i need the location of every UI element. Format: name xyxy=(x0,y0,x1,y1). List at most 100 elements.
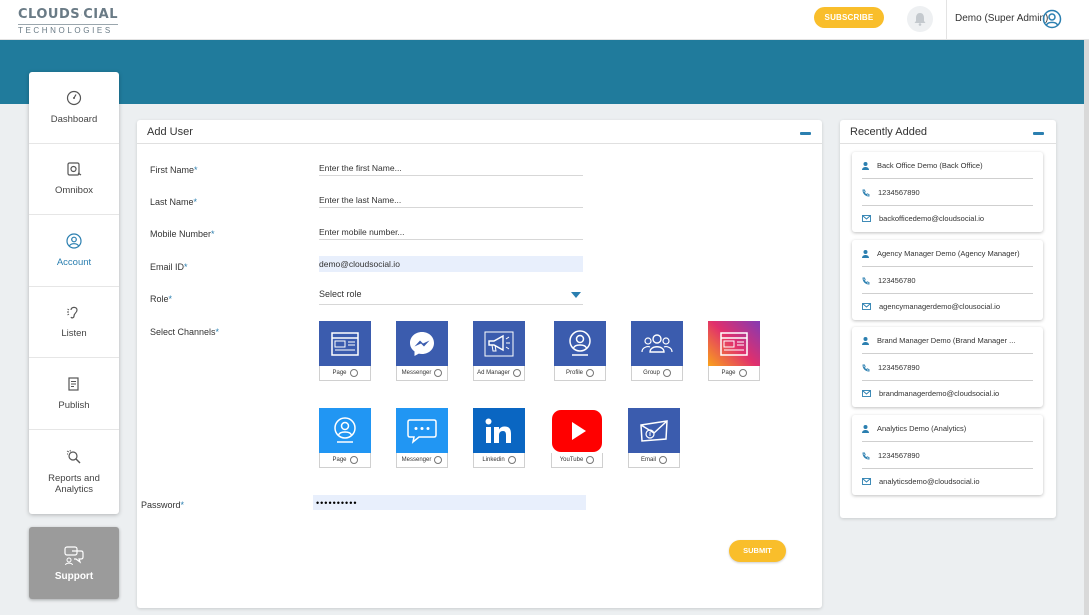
channel-radio[interactable] xyxy=(434,369,443,377)
card-phone-row: 1234567890 xyxy=(862,363,1033,372)
card-name-row: Brand Manager Demo (Brand Manager ... xyxy=(862,336,1033,345)
page-scrollbar[interactable] xyxy=(1084,40,1089,615)
notifications-button[interactable] xyxy=(907,6,933,32)
messenger-icon xyxy=(396,321,448,366)
recently-added-header: Recently Added xyxy=(840,120,1056,144)
sidebar: Dashboard Omnibox Account Listen Publish… xyxy=(29,72,119,514)
card-phone-row: 1234567890 xyxy=(862,188,1033,197)
card-divider xyxy=(862,353,1033,354)
logo[interactable]: CLOUDS CIAL TECHNOLOGIES xyxy=(18,7,118,35)
card-phone-row: 1234567890 xyxy=(862,451,1033,460)
envelope-icon xyxy=(862,215,871,222)
channel-facebook-page[interactable]: Page xyxy=(319,321,371,381)
card-email-row: backofficedemo@cloudsocial.io xyxy=(862,214,1033,223)
subscribe-button[interactable]: SUBSCRIBE xyxy=(814,7,884,28)
channel-caption: Linkedin xyxy=(482,457,505,463)
sidebar-item-omnibox[interactable]: Omnibox xyxy=(29,144,119,215)
channel-caption: Page xyxy=(332,457,347,463)
add-user-header: Add User xyxy=(137,120,822,144)
first-name-field[interactable] xyxy=(319,160,583,176)
channel-ad-manager[interactable]: Ad Manager xyxy=(473,321,525,381)
recent-user-card[interactable]: Brand Manager Demo (Brand Manager ... 12… xyxy=(852,327,1043,407)
sidebar-item-reports-and-analytics[interactable]: Reports and Analytics xyxy=(29,430,119,514)
channel-caption: Page xyxy=(332,370,347,376)
phone-icon xyxy=(862,277,870,284)
channel-radio[interactable] xyxy=(659,456,667,464)
channel-radio[interactable] xyxy=(434,456,443,464)
sidebar-item-label: Reports and Analytics xyxy=(48,472,100,495)
card-divider xyxy=(862,266,1033,267)
channel-caption: Profile xyxy=(565,370,583,376)
channel-facebook-messenger[interactable]: Messenger xyxy=(396,321,448,381)
add-user-title: Add User xyxy=(147,126,193,138)
user-avatar-icon[interactable] xyxy=(1042,9,1062,29)
inbox-icon xyxy=(67,162,82,176)
channel-email[interactable]: Email xyxy=(628,408,680,468)
submit-button[interactable]: SUBMIT xyxy=(729,540,786,562)
role-select[interactable]: Select role xyxy=(319,289,583,305)
sidebar-item-account[interactable]: Account xyxy=(29,215,119,287)
channel-radio[interactable] xyxy=(738,369,747,377)
channel-twitter-messenger[interactable]: Messenger xyxy=(396,408,448,468)
user-circle-icon xyxy=(66,233,82,249)
card-email-row: analyticsdemo@cloudsocial.io xyxy=(862,477,1033,486)
header-banner xyxy=(0,40,1089,104)
channel-radio[interactable] xyxy=(349,456,358,464)
card-name-row: Agency Manager Demo (Agency Manager) xyxy=(862,249,1033,258)
recent-user-card[interactable]: Analytics Demo (Analytics) 1234567890 an… xyxy=(852,415,1043,495)
ear-icon xyxy=(67,307,78,319)
phone-icon xyxy=(862,189,870,196)
cloud-icon xyxy=(81,14,83,15)
sidebar-item-publish[interactable]: Publish xyxy=(29,358,119,430)
phone-icon xyxy=(862,452,870,459)
email-field[interactable] xyxy=(319,256,583,272)
user-name[interactable]: Demo (Super Admin) xyxy=(955,13,1048,24)
header-divider xyxy=(946,0,947,40)
chevron-down-icon xyxy=(571,292,581,298)
chat-bubble-icon xyxy=(396,408,448,453)
mobile-number-field[interactable] xyxy=(319,224,583,240)
profile-icon xyxy=(554,321,606,366)
group-icon xyxy=(631,321,683,366)
phone-icon xyxy=(862,364,870,371)
instagram-page-icon xyxy=(708,321,760,366)
channel-radio[interactable] xyxy=(512,369,521,377)
password-field[interactable] xyxy=(313,495,586,510)
channel-youtube[interactable]: YouTube xyxy=(551,408,603,468)
card-divider xyxy=(862,441,1033,442)
support-button[interactable]: Support xyxy=(29,527,119,599)
card-name-row: Analytics Demo (Analytics) xyxy=(862,424,1033,433)
channel-radio[interactable] xyxy=(586,369,594,377)
channel-radio[interactable] xyxy=(662,369,671,377)
sidebar-item-listen[interactable]: Listen xyxy=(29,287,119,358)
channel-facebook-group[interactable]: Group xyxy=(631,321,683,381)
user-icon xyxy=(862,336,869,345)
top-bar: CLOUDS CIAL TECHNOLOGIES SUBSCRIBE Demo … xyxy=(0,0,1089,40)
channel-twitter-page[interactable]: Page xyxy=(319,408,371,468)
channel-facebook-profile[interactable]: Profile xyxy=(554,321,606,381)
recent-user-card[interactable]: Back Office Demo (Back Office) 123456789… xyxy=(852,152,1043,232)
sidebar-item-label: Account xyxy=(56,256,92,268)
channel-radio[interactable] xyxy=(507,456,516,464)
channel-linkedin[interactable]: Linkedin xyxy=(473,408,525,468)
facebook-page-icon xyxy=(319,321,371,366)
sidebar-item-dashboard[interactable]: Dashboard xyxy=(29,72,119,144)
twitter-page-icon xyxy=(319,408,371,453)
recent-user-card[interactable]: Agency Manager Demo (Agency Manager) 123… xyxy=(852,240,1043,320)
collapse-add-user-button[interactable] xyxy=(800,132,811,135)
recently-added-panel: Recently Added Back Office Demo (Back Of… xyxy=(840,120,1056,518)
channel-radio[interactable] xyxy=(349,369,358,377)
role-label: Role* xyxy=(150,294,173,304)
sidebar-item-label: Publish xyxy=(58,399,90,411)
channel-caption: Page xyxy=(721,370,736,376)
speedometer-icon xyxy=(66,90,82,105)
collapse-recent-button[interactable] xyxy=(1033,132,1044,135)
channel-caption: Group xyxy=(643,370,660,376)
first-name-label: First Name* xyxy=(150,165,198,175)
channel-instagram-page[interactable]: Page xyxy=(708,321,760,381)
channel-radio[interactable] xyxy=(586,456,595,464)
support-label: Support xyxy=(54,570,94,582)
logo-text: CLOUDS CIAL xyxy=(18,7,118,22)
last-name-field[interactable] xyxy=(319,192,583,208)
card-divider xyxy=(862,293,1033,294)
